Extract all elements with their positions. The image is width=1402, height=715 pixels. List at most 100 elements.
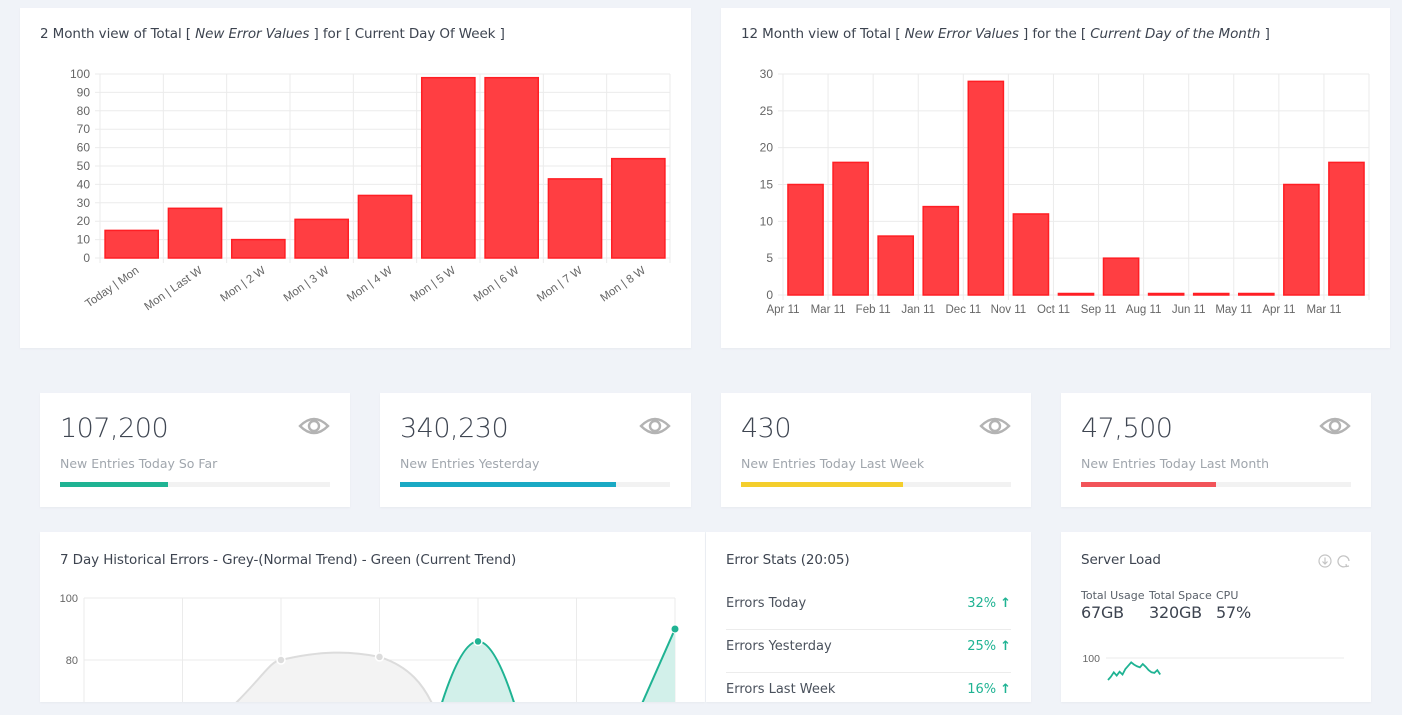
stat-value: 430	[741, 413, 792, 444]
bar	[547, 178, 603, 259]
stat-label: New Entries Yesterday	[400, 456, 540, 471]
monthly-errors-card: 12 Month view of Total [ New Error Value…	[721, 8, 1390, 348]
weekly-errors-card: 2 Month view of Total [ New Error Values…	[20, 8, 691, 348]
stat-progress-fill	[60, 482, 168, 487]
bar	[294, 218, 350, 259]
bar	[1102, 257, 1140, 296]
eye-icon[interactable]	[1319, 415, 1351, 437]
x-tick-label: Feb 11	[856, 304, 891, 316]
eye-icon[interactable]	[979, 415, 1011, 437]
stat-card-last-week: 430 New Entries Today Last Week	[721, 393, 1031, 507]
x-tick-label: Aug 11	[1126, 304, 1162, 316]
x-tick-label: Mon | 5 W	[408, 265, 458, 305]
bar	[1237, 292, 1275, 296]
error-stat-row: Errors Last Week 16% ↑	[726, 672, 1011, 715]
bar	[832, 161, 869, 296]
x-tick-label: Mon | 7 W	[535, 265, 585, 305]
stat-card-last-month: 47,500 New Entries Today Last Month	[1061, 393, 1371, 507]
error-stat-label: Errors Today	[726, 596, 807, 611]
x-tick-label: Jun 11	[1172, 304, 1206, 316]
stat-progress-fill	[400, 482, 616, 487]
stat-progress-bar	[1081, 482, 1351, 487]
y-tick-label: 15	[760, 178, 774, 192]
x-tick-label: Mon | 6 W	[472, 265, 522, 305]
bar	[877, 235, 915, 296]
y-tick-label: 10	[760, 214, 774, 228]
y-tick-label: 100	[60, 593, 78, 605]
current-trend-point	[473, 636, 483, 647]
x-tick-label: May 11	[1215, 304, 1252, 316]
x-tick-label: Mar 11	[811, 304, 846, 316]
stat-value: 47,500	[1081, 413, 1173, 444]
stat-label: New Entries Today So Far	[60, 456, 218, 471]
error-stats-title: Error Stats (20:05)	[726, 552, 850, 568]
bar	[104, 229, 160, 259]
y-tick-label: 80	[66, 655, 78, 667]
bar	[357, 194, 413, 259]
current-trend-area	[442, 641, 514, 702]
y-tick-label: 100	[1082, 653, 1100, 665]
x-tick-label: Dec 11	[946, 304, 982, 316]
monthly-errors-chart: 0 5 10 15 20 25 30 Apr 11 Mar 11 Feb 11 Jan 11 Dec …	[760, 67, 1370, 316]
y-tick-label: 10	[77, 233, 91, 247]
x-tick-label: Sep 11	[1081, 304, 1117, 316]
eye-icon[interactable]	[298, 415, 330, 437]
bar	[1283, 183, 1320, 296]
x-tick-label: Mon | 2 W	[218, 265, 268, 305]
historical-errors-card: 7 Day Historical Errors - Grey-(Normal T…	[40, 532, 705, 702]
bar	[230, 238, 286, 259]
server-load-line	[1107, 661, 1161, 681]
stat-card-yesterday: 340,230 New Entries Yesterday	[380, 393, 691, 507]
y-tick-label: 20	[760, 141, 774, 155]
bar	[167, 207, 223, 259]
x-tick-label: Apr 11	[1262, 304, 1295, 316]
stat-progress-bar	[60, 482, 330, 487]
server-load-chart: 100	[1082, 653, 1344, 681]
error-stat-value: 25% ↑	[967, 639, 1011, 654]
stat-progress-bar	[741, 482, 1011, 487]
y-tick-label: 70	[77, 122, 91, 136]
bar	[1057, 292, 1095, 296]
error-stat-label: Errors Yesterday	[726, 639, 832, 654]
error-stat-row: Errors Today 32% ↑	[726, 586, 1011, 630]
bar	[1192, 292, 1230, 296]
y-tick-label: 5	[766, 251, 773, 265]
y-tick-label: 90	[77, 85, 91, 99]
bar	[484, 76, 540, 259]
arrow-up-icon: ↑	[1000, 596, 1011, 611]
server-load-card: Server Load Total Usage 67GB Total Space…	[1061, 532, 1371, 702]
normal-trend-point	[276, 655, 286, 665]
stat-progress-fill	[741, 482, 903, 487]
x-tick-label: Jan 11	[901, 304, 935, 316]
y-tick-label: 0	[766, 288, 773, 302]
y-tick-label: 80	[77, 104, 91, 118]
x-tick-label: Mar 11	[1306, 304, 1341, 316]
bar	[610, 157, 666, 259]
y-tick-label: 30	[760, 67, 774, 81]
stat-label: New Entries Today Last Week	[741, 456, 925, 471]
bar	[787, 183, 824, 296]
stat-value: 340,230	[400, 413, 509, 444]
y-tick-label: 40	[77, 177, 91, 191]
y-tick-label: 60	[77, 141, 91, 155]
bar	[420, 76, 476, 259]
x-tick-label: Mon | Last W	[143, 265, 205, 314]
bar	[1328, 161, 1365, 296]
x-tick-label: Apr 11	[766, 304, 799, 316]
stat-progress-fill	[1081, 482, 1216, 487]
stat-card-today: 107,200 New Entries Today So Far	[40, 393, 350, 507]
stat-value: 107,200	[60, 413, 169, 444]
error-stat-value: 32% ↑	[967, 596, 1011, 611]
bar	[967, 80, 1005, 296]
y-tick-label: 0	[83, 251, 90, 265]
y-tick-label: 50	[77, 159, 91, 173]
eye-icon[interactable]	[639, 415, 671, 437]
error-stat-row: Errors Yesterday 25% ↑	[726, 629, 1011, 673]
arrow-up-icon: ↑	[1000, 639, 1011, 654]
historical-errors-chart: 100 80	[60, 593, 680, 702]
bar	[922, 205, 960, 296]
x-tick-label: Nov 11	[991, 304, 1027, 316]
bar	[1147, 292, 1185, 296]
y-tick-label: 20	[77, 214, 91, 228]
normal-trend-point	[374, 652, 385, 662]
